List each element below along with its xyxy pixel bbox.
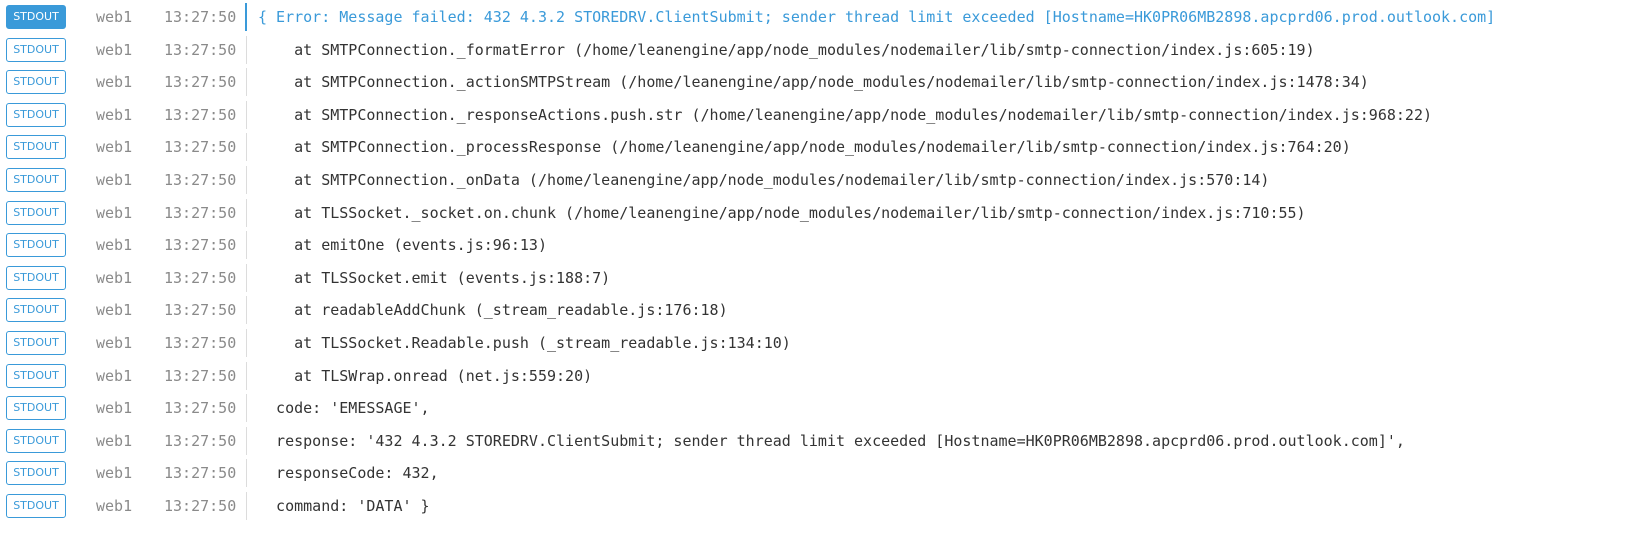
row-divider (246, 426, 247, 455)
log-time: 13:27:50 (164, 105, 237, 124)
log-message: at TLSSocket.emit (events.js:188:7) (258, 268, 611, 287)
log-host: web1 (96, 366, 133, 385)
log-list: STDOUT web1 13:27:50 { Error: Message fa… (0, 1, 1634, 523)
log-row: STDOUT web1 13:27:50 at TLSSocket.emit (… (0, 262, 1634, 295)
log-time: 13:27:50 (164, 431, 237, 450)
row-divider (246, 394, 247, 423)
log-message: at SMTPConnection._processResponse (/hom… (258, 138, 1351, 157)
log-time: 13:27:50 (164, 496, 237, 515)
stream-badge[interactable]: STDOUT (6, 102, 66, 127)
log-host: web1 (96, 399, 133, 418)
stream-badge[interactable]: STDOUT (6, 37, 66, 62)
log-message: command: 'DATA' } (258, 496, 430, 515)
stream-badge[interactable]: STDOUT (6, 363, 66, 388)
row-divider (246, 361, 247, 390)
log-host: web1 (96, 236, 133, 255)
stream-badge[interactable]: STDOUT (6, 461, 66, 486)
log-time: 13:27:50 (164, 399, 237, 418)
row-divider (246, 328, 247, 357)
log-row: STDOUT web1 13:27:50 command: 'DATA' } (0, 490, 1634, 523)
log-row: STDOUT web1 13:27:50 at TLSSocket._socke… (0, 197, 1634, 230)
log-message: at TLSSocket.Readable.push (_stream_read… (258, 333, 791, 352)
log-row: STDOUT web1 13:27:50 at emitOne (events.… (0, 229, 1634, 262)
row-divider (246, 133, 247, 162)
log-row: STDOUT web1 13:27:50 at SMTPConnection._… (0, 66, 1634, 99)
log-host: web1 (96, 203, 133, 222)
log-row: STDOUT web1 13:27:50 at SMTPConnection._… (0, 164, 1634, 197)
stream-badge[interactable]: STDOUT (6, 200, 66, 225)
row-divider (246, 165, 247, 194)
log-row: STDOUT web1 13:27:50 response: '432 4.3.… (0, 425, 1634, 458)
log-host: web1 (96, 138, 133, 157)
row-divider (246, 35, 247, 64)
row-divider (246, 100, 247, 129)
log-message: at SMTPConnection._formatError (/home/le… (258, 40, 1315, 59)
log-time: 13:27:50 (164, 40, 237, 59)
log-time: 13:27:50 (164, 203, 237, 222)
log-host: web1 (96, 464, 133, 483)
row-divider (246, 231, 247, 260)
stream-badge[interactable]: STDOUT (6, 167, 66, 192)
log-host: web1 (96, 105, 133, 124)
log-row: STDOUT web1 13:27:50 at SMTPConnection._… (0, 131, 1634, 164)
log-row: STDOUT web1 13:27:50 code: 'EMESSAGE', (0, 392, 1634, 425)
stream-badge[interactable]: STDOUT (6, 330, 66, 355)
log-host: web1 (96, 170, 133, 189)
log-row: STDOUT web1 13:27:50 at TLSSocket.Readab… (0, 327, 1634, 360)
log-time: 13:27:50 (164, 366, 237, 385)
log-host: web1 (96, 496, 133, 515)
log-row: STDOUT web1 13:27:50 at readableAddChunk… (0, 294, 1634, 327)
log-message: responseCode: 432, (258, 464, 439, 483)
log-message: { Error: Message failed: 432 4.3.2 STORE… (258, 8, 1496, 26)
stream-badge[interactable]: STDOUT (6, 5, 66, 29)
log-message: at TLSWrap.onread (net.js:559:20) (258, 366, 593, 385)
stream-badge[interactable]: STDOUT (6, 396, 66, 421)
log-message: response: '432 4.3.2 STOREDRV.ClientSubm… (258, 431, 1405, 450)
log-message: at SMTPConnection._responseActions.push.… (258, 105, 1432, 124)
log-message: code: 'EMESSAGE', (258, 399, 430, 418)
row-divider (245, 3, 247, 31)
log-time: 13:27:50 (164, 138, 237, 157)
stream-badge[interactable]: STDOUT (6, 135, 66, 160)
log-time: 13:27:50 (164, 170, 237, 189)
row-divider (246, 263, 247, 292)
row-divider (246, 68, 247, 97)
stream-badge[interactable]: STDOUT (6, 428, 66, 453)
log-time: 13:27:50 (164, 464, 237, 483)
row-divider (246, 491, 247, 520)
row-divider (246, 296, 247, 325)
log-time: 13:27:50 (164, 236, 237, 255)
stream-badge[interactable]: STDOUT (6, 298, 66, 323)
log-row: STDOUT web1 13:27:50 { Error: Message fa… (0, 1, 1634, 34)
log-time: 13:27:50 (164, 73, 237, 92)
log-host: web1 (96, 301, 133, 320)
log-host: web1 (96, 40, 133, 59)
log-host: web1 (96, 8, 133, 26)
row-divider (246, 459, 247, 488)
row-divider (246, 198, 247, 227)
log-message: at SMTPConnection._actionSMTPStream (/ho… (258, 73, 1369, 92)
log-time: 13:27:50 (164, 8, 237, 26)
log-row: STDOUT web1 13:27:50 at TLSWrap.onread (… (0, 360, 1634, 393)
stream-badge[interactable]: STDOUT (6, 233, 66, 258)
log-message: at emitOne (events.js:96:13) (258, 236, 547, 255)
log-time: 13:27:50 (164, 268, 237, 287)
log-time: 13:27:50 (164, 301, 237, 320)
log-host: web1 (96, 431, 133, 450)
log-row: STDOUT web1 13:27:50 at SMTPConnection._… (0, 99, 1634, 132)
log-host: web1 (96, 268, 133, 287)
log-row: STDOUT web1 13:27:50 responseCode: 432, (0, 457, 1634, 490)
log-row: STDOUT web1 13:27:50 at SMTPConnection._… (0, 34, 1634, 67)
log-message: at readableAddChunk (_stream_readable.js… (258, 301, 728, 320)
stream-badge[interactable]: STDOUT (6, 265, 66, 290)
stream-badge[interactable]: STDOUT (6, 70, 66, 95)
log-host: web1 (96, 73, 133, 92)
stream-badge[interactable]: STDOUT (6, 493, 66, 518)
log-time: 13:27:50 (164, 333, 237, 352)
log-host: web1 (96, 333, 133, 352)
log-message: at SMTPConnection._onData (/home/leaneng… (258, 170, 1270, 189)
log-message: at TLSSocket._socket.on.chunk (/home/lea… (258, 203, 1306, 222)
